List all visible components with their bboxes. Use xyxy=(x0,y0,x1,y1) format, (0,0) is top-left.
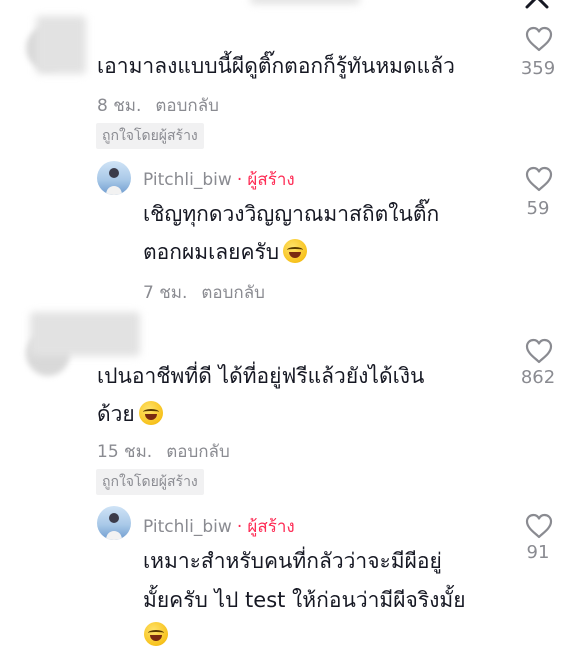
liked-by-creator-badge: ถูกใจโดยผู้สร้าง xyxy=(96,469,204,495)
comment-text-line-1: เปนอาชีพที่ดี ได้ที่อยู่ฟรีแล้วยังได้เงิ… xyxy=(97,364,425,388)
like-count: 91 xyxy=(526,542,550,563)
reply-time: 7 ชม. xyxy=(143,283,188,303)
comment-author-blurred[interactable] xyxy=(36,16,86,74)
comment-time: 8 ชม. xyxy=(97,96,142,116)
creator-tag: ผู้สร้าง xyxy=(247,517,295,537)
comment-text-line-2: ด้วย xyxy=(97,398,163,432)
comment-time: 15 ชม. xyxy=(97,442,153,462)
blurred-top-text xyxy=(250,0,360,4)
reply-author-row: Pitchli_biw · ผู้สร้าง xyxy=(143,513,295,540)
comment-meta: 8 ชม. ตอบกลับ xyxy=(97,92,219,119)
laughing-emoji-icon xyxy=(144,622,168,646)
reply-link[interactable]: ตอบกลับ xyxy=(166,442,230,462)
avatar-person-icon xyxy=(106,513,122,540)
creator-separator: · xyxy=(236,517,243,537)
laughing-emoji-icon xyxy=(138,401,163,425)
creator-tag: ผู้สร้าง xyxy=(247,170,295,190)
like-count: 359 xyxy=(520,58,556,79)
like-count: 862 xyxy=(520,367,556,388)
heart-icon[interactable] xyxy=(525,26,553,52)
reply-author-name[interactable]: Pitchli_biw xyxy=(143,517,232,537)
reply-text-line-2: ตอกผมเลยครับ xyxy=(143,236,308,270)
comment-meta: 15 ชม. ตอบกลับ xyxy=(97,438,230,465)
laughing-emoji-icon xyxy=(283,239,308,263)
reply-link[interactable]: ตอบกลับ xyxy=(155,96,219,116)
reply-text-line-2: มั้ยครับ ไป test ให้ก่อนว่ามีผีจริงมั้ย xyxy=(143,588,466,612)
reply-meta: 7 ชม. ตอบกลับ xyxy=(143,279,265,306)
heart-icon[interactable] xyxy=(525,166,553,192)
comment-author-blurred[interactable] xyxy=(30,312,140,356)
reply-text-line-1: เชิญทุกดวงวิญญาณมาสถิตในติ๊ก xyxy=(143,202,440,226)
reply-author-name[interactable]: Pitchli_biw xyxy=(143,170,232,190)
avatar[interactable] xyxy=(97,506,131,540)
avatar[interactable] xyxy=(97,161,131,195)
comment-text: ด้วย xyxy=(97,402,135,426)
reply-author-row: Pitchli_biw · ผู้สร้าง xyxy=(143,166,295,193)
reply-text-line-1: เหมาะสำหรับคนที่กลัวว่าจะมีผีอยู่ xyxy=(143,549,442,573)
reply-link[interactable]: ตอบกลับ xyxy=(201,283,265,303)
liked-by-creator-badge: ถูกใจโดยผู้สร้าง xyxy=(96,123,204,149)
avatar-person-icon xyxy=(106,168,122,195)
reply-text: ตอกผมเลยครับ xyxy=(143,240,280,264)
chevron-up-icon[interactable] xyxy=(523,0,551,10)
creator-separator: · xyxy=(236,170,243,190)
heart-icon[interactable] xyxy=(525,513,553,539)
like-count: 59 xyxy=(526,198,550,219)
heart-icon[interactable] xyxy=(525,338,553,364)
comment-text: เอามาลงแบบนี้ผีดูติ๊กตอกก็รู้ทันหมดแล้ว xyxy=(97,54,455,78)
